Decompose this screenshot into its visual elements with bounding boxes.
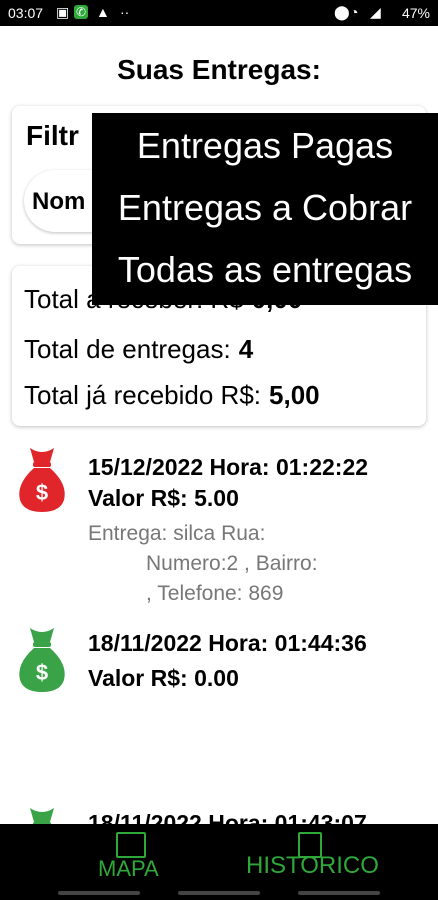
money-bag-icon: $ <box>19 628 65 692</box>
delivery-detail-line3: , Telefone: 869 <box>146 582 284 605</box>
filter-popup-menu: Entregas Pagas Entregas a Cobrar Todas a… <box>92 113 438 305</box>
warning-icon: ▲ <box>96 4 110 20</box>
list-item[interactable]: $ 18/11/2022 Hora: 01:44:36 Valor R$: 0.… <box>0 620 438 790</box>
menu-item-entregas-a-cobrar[interactable]: Entregas a Cobrar <box>92 187 438 229</box>
nav-map-label: MAPA <box>98 856 159 881</box>
gesture-bar-center <box>178 891 260 895</box>
page-title: Suas Entregas: <box>117 54 321 85</box>
menu-item-entregas-pagas[interactable]: Entregas Pagas <box>92 125 438 167</box>
money-bag-icon: $ <box>19 448 65 512</box>
total-entregas: Total de entregas: 4 <box>24 334 253 365</box>
gesture-bar-left <box>58 891 140 895</box>
bottom-navigation: MAPA HISTORICO <box>0 824 438 900</box>
battery-percent: 47% <box>401 5 430 21</box>
nav-history-button[interactable]: HISTORICO <box>240 826 380 882</box>
list-item[interactable]: $ 15/12/2022 Hora: 01:22:22 Valor R$: 5.… <box>0 440 438 610</box>
svg-text:$: $ <box>36 660 48 685</box>
more-dots-icon: ·· <box>120 4 130 20</box>
notification-icon: ▣ <box>56 4 70 20</box>
delivery-valor: Valor R$: 0.00 <box>88 665 239 691</box>
delivery-detail-line1: Entrega: silca Rua: <box>88 522 266 545</box>
wifi-icon: ◔ <box>350 4 359 20</box>
signal-icon: ◢ <box>370 4 381 20</box>
menu-item-todas-as-entregas[interactable]: Todas as entregas <box>92 249 438 291</box>
delivery-datetime: 18/11/2022 Hora: 01:44:36 <box>88 630 367 656</box>
svg-text:$: $ <box>36 480 48 505</box>
delivery-valor: Valor R$: 5.00 <box>88 485 239 511</box>
total-recebido-label: Total já recebido R$: <box>24 380 262 410</box>
delivery-datetime: 15/12/2022 Hora: 01:22:22 <box>88 454 369 480</box>
status-time: 03:07 <box>8 5 44 21</box>
whatsapp-icon: ✆ <box>74 5 89 19</box>
nav-map-button[interactable]: MAPA <box>90 826 170 882</box>
status-bar: 03:07 ▣ ✆ ▲ ·· ⬤ ◔ ◢ 47% <box>0 0 438 26</box>
sort-selector-label: Nom <box>32 188 86 215</box>
filter-title: Filtr <box>26 120 79 151</box>
gesture-bar-right <box>298 891 380 895</box>
total-recebido-value: 5,00 <box>269 380 320 410</box>
delivery-detail-line2: Numero:2 , Bairro: <box>146 552 318 575</box>
total-entregas-label: Total de entregas: <box>24 334 231 364</box>
nav-history-label: HISTORICO <box>246 852 379 879</box>
total-recebido: Total já recebido R$: 5,00 <box>24 380 320 411</box>
map-icon <box>116 832 146 858</box>
location-icon: ⬤ <box>334 4 350 20</box>
total-entregas-value: 4 <box>238 334 254 364</box>
